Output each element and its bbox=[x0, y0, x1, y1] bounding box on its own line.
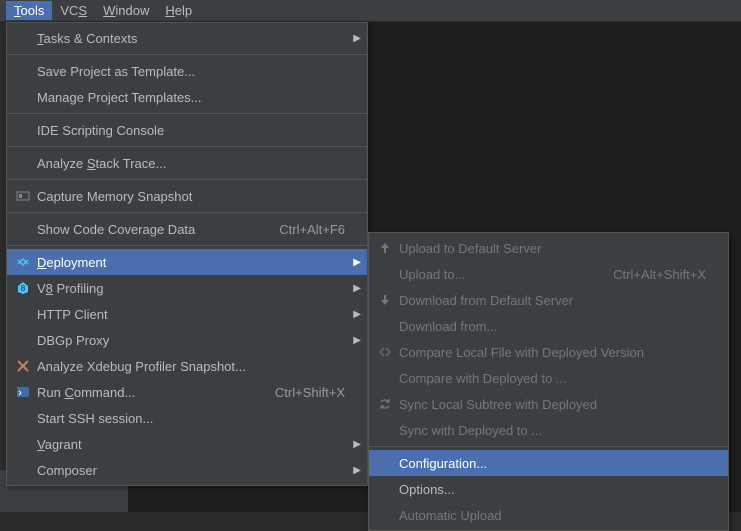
v8-icon: 8 bbox=[13, 280, 33, 296]
menubar-window[interactable]: Window bbox=[95, 1, 157, 20]
chevron-right-icon: ▶ bbox=[353, 465, 361, 476]
menubar-help[interactable]: Help bbox=[157, 1, 200, 20]
xdebug-icon bbox=[13, 358, 33, 374]
menu-capture-memory[interactable]: Capture Memory Snapshot bbox=[7, 183, 367, 209]
menu-analyze-xdebug[interactable]: Analyze Xdebug Profiler Snapshot... bbox=[7, 353, 367, 379]
menu-download-from[interactable]: Download from... bbox=[369, 313, 728, 339]
blank-icon bbox=[13, 30, 33, 46]
chevron-right-icon: ▶ bbox=[353, 439, 361, 450]
download-icon bbox=[375, 292, 395, 308]
separator bbox=[7, 245, 367, 246]
menu-dbgp-proxy[interactable]: DBGp Proxy ▶ bbox=[7, 327, 367, 353]
upload-icon bbox=[375, 240, 395, 256]
menu-upload-to[interactable]: Upload to... Ctrl+Alt+Shift+X bbox=[369, 261, 728, 287]
separator bbox=[369, 446, 728, 447]
menu-compare-local[interactable]: Compare Local File with Deployed Version bbox=[369, 339, 728, 365]
menu-upload-default[interactable]: Upload to Default Server bbox=[369, 235, 728, 261]
menu-v8-profiling[interactable]: 8 V8 Profiling ▶ bbox=[7, 275, 367, 301]
deployment-submenu: Upload to Default Server Upload to... Ct… bbox=[368, 232, 729, 531]
deployment-icon bbox=[13, 254, 33, 270]
menu-options[interactable]: Options... bbox=[369, 476, 728, 502]
menubar-vcs[interactable]: VCS bbox=[52, 1, 95, 20]
menu-deployment[interactable]: Deployment ▶ bbox=[7, 249, 367, 275]
menu-compare-deployed[interactable]: Compare with Deployed to ... bbox=[369, 365, 728, 391]
chevron-right-icon: ▶ bbox=[353, 33, 361, 44]
menu-start-ssh[interactable]: Start SSH session... bbox=[7, 405, 367, 431]
menu-vagrant[interactable]: Vagrant ▶ bbox=[7, 431, 367, 457]
separator bbox=[7, 54, 367, 55]
compare-icon bbox=[375, 344, 395, 360]
separator bbox=[7, 113, 367, 114]
menu-analyze-stack[interactable]: Analyze Stack Trace... bbox=[7, 150, 367, 176]
menu-tasks-contexts[interactable]: Tasks & Contexts ▶ bbox=[7, 25, 367, 51]
separator bbox=[7, 179, 367, 180]
menu-download-default[interactable]: Download from Default Server bbox=[369, 287, 728, 313]
menu-run-command[interactable]: Run Command... Ctrl+Shift+X bbox=[7, 379, 367, 405]
menu-save-template[interactable]: Save Project as Template... bbox=[7, 58, 367, 84]
menu-sync-deployed[interactable]: Sync with Deployed to ... bbox=[369, 417, 728, 443]
menu-configuration[interactable]: Configuration... bbox=[369, 450, 728, 476]
chevron-right-icon: ▶ bbox=[353, 309, 361, 320]
separator bbox=[7, 212, 367, 213]
menu-sync-local[interactable]: Sync Local Subtree with Deployed bbox=[369, 391, 728, 417]
chevron-right-icon: ▶ bbox=[353, 257, 361, 268]
menu-ide-scripting[interactable]: IDE Scripting Console bbox=[7, 117, 367, 143]
menu-manage-templates[interactable]: Manage Project Templates... bbox=[7, 84, 367, 110]
menu-show-coverage[interactable]: Show Code Coverage Data Ctrl+Alt+F6 bbox=[7, 216, 367, 242]
menu-automatic-upload[interactable]: Automatic Upload bbox=[369, 502, 728, 528]
chevron-right-icon: ▶ bbox=[353, 335, 361, 346]
menu-composer[interactable]: Composer ▶ bbox=[7, 457, 367, 483]
separator bbox=[7, 146, 367, 147]
terminal-icon bbox=[13, 384, 33, 400]
menu-http-client[interactable]: HTTP Client ▶ bbox=[7, 301, 367, 327]
chevron-right-icon: ▶ bbox=[353, 283, 361, 294]
menubar-tools[interactable]: Tools bbox=[6, 1, 52, 20]
memory-snapshot-icon bbox=[13, 188, 33, 204]
tools-menu: Tasks & Contexts ▶ Save Project as Templ… bbox=[6, 22, 368, 486]
menubar: Tools VCS Window Help bbox=[0, 0, 741, 22]
sync-icon bbox=[375, 396, 395, 412]
svg-text:8: 8 bbox=[21, 284, 26, 293]
